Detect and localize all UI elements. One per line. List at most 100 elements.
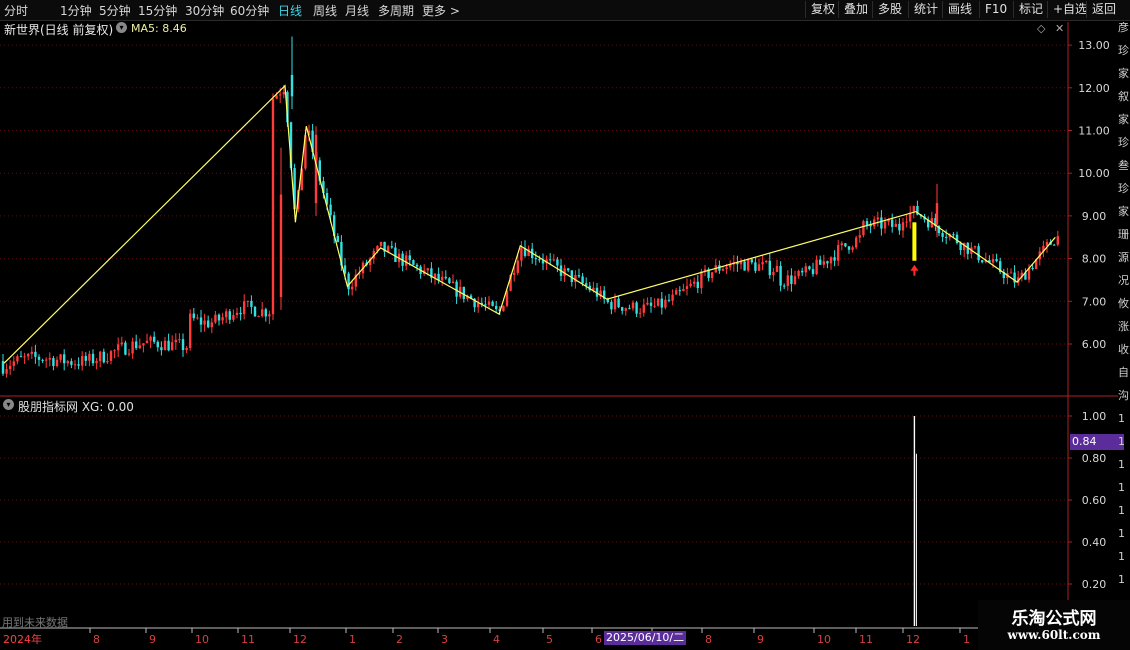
candle-body — [232, 314, 235, 320]
candle-body — [135, 341, 138, 349]
candle-body — [973, 246, 977, 248]
y-tick-label: 9.00 — [1082, 210, 1107, 223]
candle-body — [279, 194, 283, 298]
candle-body — [797, 270, 800, 277]
red-up-arrow-icon — [910, 264, 919, 276]
candle-body — [801, 270, 804, 273]
candle-body — [23, 356, 26, 358]
candle-body — [390, 246, 393, 248]
candle-body — [271, 98, 275, 315]
candle-body — [567, 268, 570, 271]
side-panel-char: 涨 — [1118, 320, 1129, 333]
candle-body — [5, 369, 8, 374]
candle-body — [664, 299, 667, 308]
candle-body — [639, 312, 642, 314]
candle-body — [441, 276, 444, 281]
candle-body — [282, 92, 285, 95]
sub-indicator-title: 股朋指标网 XG: 0.00 — [18, 400, 134, 414]
candle-body — [66, 361, 69, 364]
y-tick-label: 10.00 — [1078, 167, 1110, 180]
candle-body — [747, 259, 750, 271]
right-side-panel: 彦珍家叙家珍叁珍家珊源况攸涨收自沟11111111 — [1118, 22, 1130, 607]
y-tick-label: 12.00 — [1078, 82, 1110, 95]
candle-body — [775, 265, 779, 273]
candle-body — [196, 317, 199, 319]
chevron-down-icon[interactable]: ▾ — [116, 22, 127, 33]
candle-body — [261, 309, 264, 317]
candle-body — [862, 221, 865, 236]
candle-body — [693, 281, 696, 284]
candle-body — [167, 340, 170, 351]
candle-body — [120, 342, 123, 345]
candle-body — [657, 298, 660, 306]
y-tick-label: 13.00 — [1078, 39, 1110, 52]
candle-body — [246, 300, 249, 302]
candle-body — [73, 364, 77, 366]
candle-body — [412, 260, 415, 265]
side-panel-char: 家 — [1118, 67, 1129, 80]
candle-body — [131, 341, 134, 354]
candle-body — [1009, 272, 1013, 274]
candle-body — [711, 272, 714, 278]
kline-chart[interactable]: 6.007.008.009.0010.0011.0012.0013.000.20… — [0, 0, 1130, 650]
x-tick-label: 1 — [963, 633, 970, 646]
candle-body — [819, 259, 822, 265]
chart-frame — [0, 22, 1118, 629]
candle-body — [203, 320, 206, 325]
candle-body — [945, 236, 948, 238]
candle-body — [995, 259, 998, 262]
side-panel-char: 自 — [1118, 366, 1129, 379]
signal-highlight-bar — [912, 222, 917, 261]
candle-body — [156, 341, 159, 348]
candle-body — [455, 281, 458, 297]
candle-body — [981, 260, 984, 263]
candle-body — [387, 246, 390, 252]
y-tick-label: 0.60 — [1082, 494, 1107, 507]
candle-body — [106, 360, 109, 363]
candle-body — [804, 266, 807, 273]
candle-body — [70, 361, 73, 365]
candle-body — [675, 290, 678, 295]
side-panel-char: 1 — [1118, 573, 1125, 586]
candle-body — [941, 233, 944, 237]
candle-body — [1056, 236, 1059, 245]
candle-body — [217, 314, 221, 321]
side-panel-char: 源 — [1118, 251, 1129, 264]
candle-body — [253, 306, 257, 317]
side-panel-char: 1 — [1118, 458, 1125, 471]
side-panel-char: 1 — [1118, 412, 1125, 425]
candle-body — [880, 217, 883, 229]
candle-body — [750, 259, 753, 263]
candle-body — [1053, 244, 1056, 246]
side-panel-char: 珍 — [1118, 182, 1129, 195]
side-panel-char: 沟 — [1118, 389, 1129, 402]
candle-body — [347, 273, 350, 290]
xg-signal-bars — [913, 416, 917, 626]
candle-body — [113, 350, 116, 352]
y-tick-label: 11.00 — [1078, 125, 1110, 138]
candle-body — [163, 340, 167, 351]
candle-body — [225, 311, 228, 318]
candle-body — [696, 281, 699, 289]
candle-body — [851, 247, 854, 250]
candle-body — [448, 278, 451, 284]
candle-body — [77, 364, 80, 366]
candle-body — [754, 262, 757, 271]
side-panel-char: 攸 — [1118, 297, 1129, 310]
candle-body — [426, 268, 429, 271]
candle-body — [829, 257, 833, 264]
candle-body — [185, 347, 188, 351]
x-tick-label: 6 — [595, 633, 602, 646]
candle-body — [628, 308, 631, 310]
candle-body — [779, 265, 782, 286]
candle-body — [768, 260, 771, 276]
candle-body — [621, 307, 624, 311]
candle-body — [631, 302, 635, 309]
diamond-icon[interactable]: ◇ — [1037, 22, 1045, 35]
x-tick-label: 5 — [546, 633, 553, 646]
candle-body — [549, 259, 552, 261]
candle-body — [19, 356, 23, 358]
candle-body — [649, 302, 653, 306]
chevron-down-icon[interactable]: ▾ — [3, 399, 14, 410]
close-icon[interactable]: ✕ — [1055, 22, 1064, 35]
